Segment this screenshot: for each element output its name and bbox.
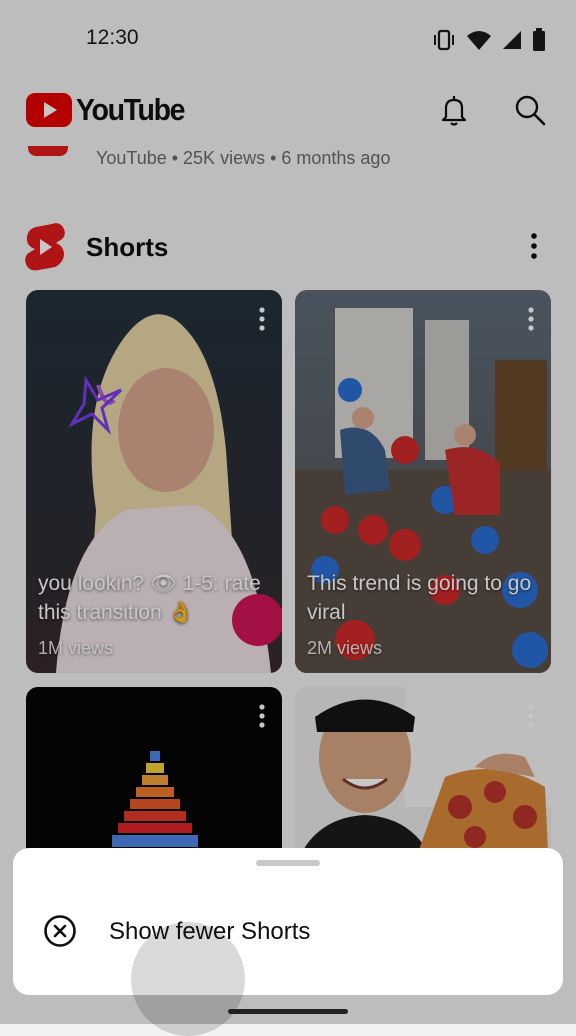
bottom-sheet: Show fewer Shorts: [13, 848, 563, 1036]
gesture-nav-bar[interactable]: [228, 1009, 348, 1014]
short-views: 1M views: [38, 638, 114, 658]
channel-avatar[interactable]: [28, 146, 68, 156]
shorts-shelf-header: Shorts: [24, 222, 552, 274]
status-time: 12:30: [86, 26, 139, 49]
shorts-logo-icon: [25, 223, 65, 271]
short-more-button[interactable]: [252, 701, 272, 731]
youtube-logo-icon: [26, 93, 72, 127]
search-button[interactable]: [512, 92, 548, 128]
short-more-button[interactable]: [252, 304, 272, 334]
app-header: YouTube: [0, 80, 576, 140]
bell-icon: [441, 96, 467, 126]
status-icons: [432, 28, 546, 52]
more-vert-icon: [531, 233, 537, 259]
youtube-logo[interactable]: YouTube: [26, 92, 194, 128]
short-title: you lookin? 👁 1-5: rate this transition …: [38, 572, 261, 624]
search-icon: [515, 95, 546, 126]
shelf-more-button[interactable]: [516, 228, 552, 264]
more-vert-icon: [528, 704, 534, 728]
show-fewer-shorts-button[interactable]: Show fewer Shorts: [13, 894, 563, 1036]
video-meta: YouTube • 25K views • 6 months ago: [96, 148, 391, 168]
shorts-title: Shorts: [86, 232, 169, 262]
more-vert-icon: [259, 307, 265, 331]
close-circle-icon: [44, 915, 76, 947]
vibrate-icon: [434, 29, 454, 51]
cell-signal-icon: [503, 31, 521, 49]
short-views: 2M views: [307, 638, 383, 658]
drag-handle[interactable]: [256, 860, 320, 866]
wifi-icon: [467, 31, 491, 50]
app-name: YouTube: [76, 92, 185, 127]
show-fewer-shorts-label: Show fewer Shorts: [109, 918, 311, 945]
short-more-button[interactable]: [521, 304, 541, 334]
notifications-button[interactable]: [436, 92, 472, 128]
short-card[interactable]: you lookin? 👁 1-5: rate this transition …: [26, 290, 282, 673]
more-vert-icon: [528, 307, 534, 331]
status-bar: 12:30: [0, 0, 576, 80]
short-card[interactable]: This trend is going to go viral 2M views: [295, 290, 551, 673]
short-more-button[interactable]: [521, 701, 541, 731]
more-vert-icon: [259, 704, 265, 728]
short-title: This trend is going to go viral: [307, 572, 532, 624]
battery-icon: [533, 28, 545, 51]
